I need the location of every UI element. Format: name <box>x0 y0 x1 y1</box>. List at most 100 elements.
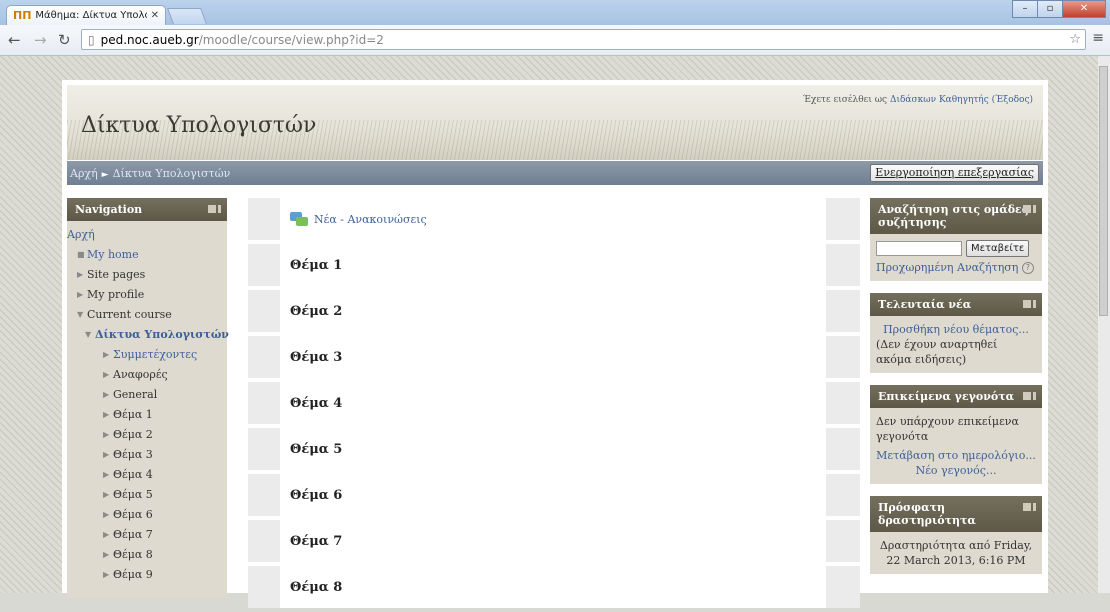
nav-item-label: Θέμα 5 <box>113 488 153 501</box>
add-news-topic-link[interactable]: Προσθήκη νέου θέματος... <box>883 323 1029 336</box>
nav-item[interactable]: ▶ Θέμα 9 <box>67 565 227 585</box>
collapse-block-icon[interactable] <box>1023 300 1031 308</box>
help-icon[interactable]: ? <box>1021 262 1034 274</box>
nav-item[interactable]: ▶ Αναφορές <box>67 365 227 385</box>
nav-item[interactable]: ▶ General <box>67 385 227 405</box>
breadcrumb-home[interactable]: Αρχή <box>70 167 98 180</box>
calendar-link[interactable]: Μετάβαση στο ημερολόγιο... <box>876 449 1036 462</box>
collapsed-arrow-icon: ▶ <box>103 470 110 479</box>
recent-activity-block: Πρόσφατη δραστηριότητα Δραστηριότητα από… <box>870 496 1042 574</box>
browser-tab[interactable]: ΠΠ Μάθημα: Δίκτυα Υπολογι ✕ <box>6 5 166 25</box>
back-arrow-icon[interactable]: ← <box>8 31 21 49</box>
turn-editing-on-button[interactable]: Ενεργοποίηση επεξεργασίας <box>870 164 1039 182</box>
browser-titlebar: ΠΠ Μάθημα: Δίκτυα Υπολογι ✕ – ▫ ✕ <box>0 0 1110 25</box>
nav-item[interactable]: ▶ Θέμα 1 <box>67 405 227 425</box>
dock-block-icon[interactable] <box>1033 503 1036 511</box>
nav-item[interactable]: ▶ Θέμα 6 <box>67 505 227 525</box>
nav-item[interactable]: ▶ Θέμα 2 <box>67 425 227 445</box>
upcoming-events-block: Επικείμενα γεγονότα Δεν υπάρχουν επικείμ… <box>870 385 1042 484</box>
scrollbar-thumb[interactable] <box>1099 66 1108 316</box>
collapsed-arrow-icon: ▶ <box>77 290 84 299</box>
nav-item[interactable]: ▶ Site pages <box>67 265 227 285</box>
nav-item[interactable]: ▶ Θέμα 5 <box>67 485 227 505</box>
nav-item-label: Θέμα 4 <box>113 468 153 481</box>
course-section-content: Θέμα 2 <box>280 290 826 332</box>
nav-item[interactable]: ■ My home <box>67 245 227 265</box>
browser-menu-icon[interactable]: ≡ <box>1092 30 1104 46</box>
collapsed-arrow-icon: ▶ <box>103 410 110 419</box>
page-icon: ▯ <box>88 32 95 47</box>
nav-item[interactable]: ▶ My profile <box>67 285 227 305</box>
right-column: Αναζήτηση στις ομάδες συζήτησης Μεταβείτ… <box>870 198 1042 586</box>
reload-icon[interactable]: ↻ <box>58 31 71 49</box>
course-section: Θέμα 3 <box>248 336 860 378</box>
nav-item[interactable]: ▼ Current course <box>67 305 227 325</box>
nav-item[interactable]: ▼ Δίκτυα Υπολογιστών <box>67 325 229 345</box>
nav-item[interactable]: ▶ Θέμα 4 <box>67 465 227 485</box>
course-section: Θέμα 7 <box>248 520 860 562</box>
collapse-block-icon[interactable] <box>208 205 216 213</box>
new-event-link[interactable]: Νέο γεγονός... <box>916 464 997 477</box>
forward-arrow-icon[interactable]: → <box>34 31 47 49</box>
new-tab-button[interactable] <box>167 8 207 24</box>
course-section: Θέμα 1 <box>248 244 860 286</box>
page-viewport: Δίκτυα Υπολογιστών Έχετε εισέλθει ως Διδ… <box>0 56 1098 608</box>
dock-block-icon[interactable] <box>1033 392 1036 400</box>
block-controls <box>208 205 221 213</box>
dock-block-icon[interactable] <box>218 205 221 213</box>
close-tab-icon[interactable]: ✕ <box>151 10 159 21</box>
dock-block-icon[interactable] <box>1033 205 1036 213</box>
advanced-search-link[interactable]: Προχωρημένη Αναζήτηση <box>876 261 1018 274</box>
tab-title: Μάθημα: Δίκτυα Υπολογι <box>35 10 146 21</box>
maximize-icon[interactable]: ▫ <box>1037 0 1063 18</box>
nav-item-label: Θέμα 3 <box>113 448 153 461</box>
nav-item-label: Συμμετέχοντες <box>113 348 198 361</box>
nav-item-label: Αρχή <box>67 228 95 241</box>
section-title: Θέμα 2 <box>290 303 343 319</box>
news-forum-link[interactable]: Νέα - Ανακοινώσεις <box>314 213 427 226</box>
dock-block-icon[interactable] <box>1033 300 1036 308</box>
collapsed-arrow-icon: ▶ <box>103 490 110 499</box>
latest-news-header: Τελευταία νέα <box>870 293 1042 316</box>
collapsed-arrow-icon: ▶ <box>103 350 110 359</box>
nav-item[interactable]: Αρχή <box>67 225 227 245</box>
nav-item-label: Δίκτυα Υπολογιστών <box>95 328 229 341</box>
page-scrollbar[interactable] <box>1097 56 1110 593</box>
login-info: Έχετε εισέλθει ως Διδάσκων Καθηγητής (Έξ… <box>803 95 1033 105</box>
breadcrumb: Αρχή ► Δίκτυα Υπολογιστών <box>70 167 230 180</box>
browser-toolbar: ← → ↻ ▯ ped.noc.aueb.gr/moodle/course/vi… <box>0 25 1110 56</box>
upcoming-events-title: Επικείμενα γεγονότα <box>878 390 1015 403</box>
nav-item[interactable]: ▶ Θέμα 8 <box>67 545 227 565</box>
section-general: Νέα - Ανακοινώσεις <box>248 198 860 240</box>
block-controls <box>1023 205 1036 213</box>
section-title: Θέμα 4 <box>290 395 343 411</box>
collapse-block-icon[interactable] <box>1023 392 1031 400</box>
recent-activity-title: Πρόσφατη δραστηριότητα <box>878 501 976 527</box>
nav-item-label: My profile <box>87 288 145 301</box>
nav-item[interactable]: ▶ Συμμετέχοντες <box>67 345 227 365</box>
search-forums-title: Αναζήτηση στις ομάδες συζήτησης <box>878 203 1029 229</box>
address-bar[interactable]: ▯ ped.noc.aueb.gr/moodle/course/view.php… <box>81 29 1086 50</box>
bookmark-star-icon[interactable]: ☆ <box>1069 32 1081 47</box>
nav-item[interactable]: ▶ Θέμα 3 <box>67 445 227 465</box>
navigation-block-title: Navigation <box>75 203 143 216</box>
search-go-button[interactable]: Μεταβείτε <box>966 240 1030 257</box>
logout-link[interactable]: (Έξοδος) <box>992 95 1033 105</box>
user-profile-link[interactable]: Διδάσκων Καθηγητής <box>890 95 989 105</box>
minimize-icon[interactable]: – <box>1012 0 1038 18</box>
search-input[interactable] <box>876 241 962 256</box>
collapsed-arrow-icon: ▶ <box>103 430 110 439</box>
collapse-block-icon[interactable] <box>1023 205 1031 213</box>
collapse-block-icon[interactable] <box>1023 503 1031 511</box>
course-section: Θέμα 8 <box>248 566 860 608</box>
search-row: Μεταβείτε <box>876 240 1036 257</box>
course-section: Θέμα 2 <box>248 290 860 332</box>
close-window-icon[interactable]: ✕ <box>1062 0 1106 18</box>
breadcrumb-course[interactable]: Δίκτυα Υπολογιστών <box>113 167 231 180</box>
section-general-content: Νέα - Ανακοινώσεις <box>280 198 826 240</box>
breadcrumb-separator: ► <box>101 169 109 180</box>
collapsed-arrow-icon: ▶ <box>103 370 110 379</box>
nav-item-label: Αναφορές <box>113 368 168 381</box>
course-section-content: Θέμα 4 <box>280 382 826 424</box>
nav-item[interactable]: ▶ Θέμα 7 <box>67 525 227 545</box>
